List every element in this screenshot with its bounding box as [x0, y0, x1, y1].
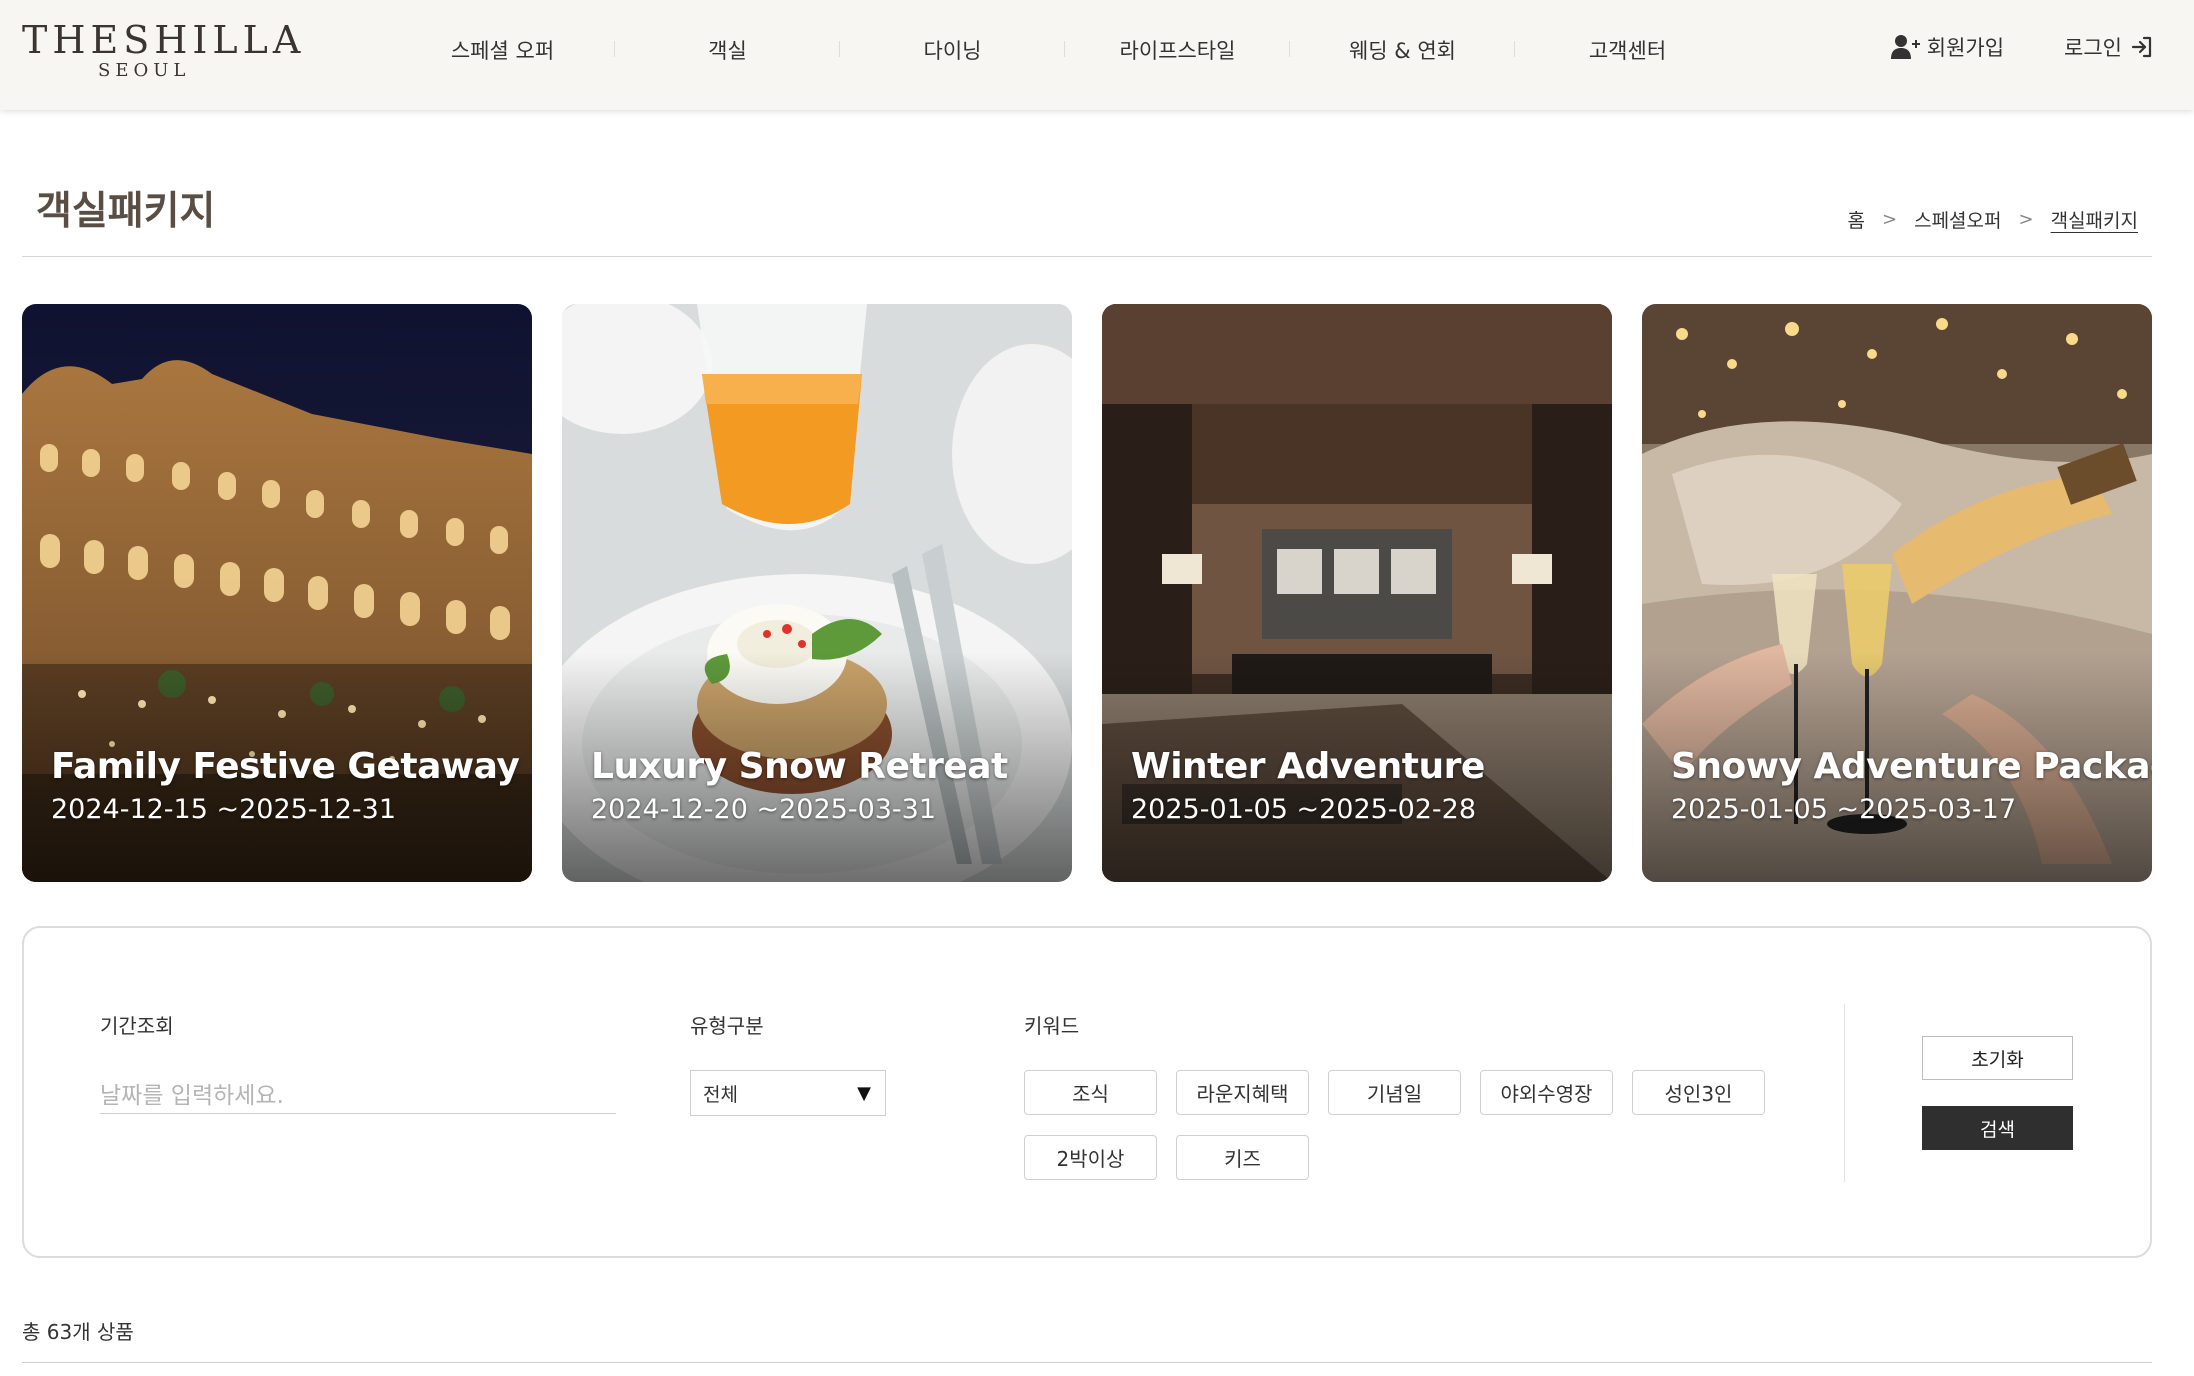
nav-item-lifestyle[interactable]: 라이프스타일 [1065, 0, 1290, 100]
login-label: 로그인 [2064, 36, 2122, 60]
signup-link[interactable]: 회원가입 [1890, 32, 2005, 62]
keyword-tag-two-nights[interactable]: 2박이상 [1024, 1135, 1157, 1180]
chevron-right-icon: > [1882, 209, 1898, 230]
breadcrumb-special-offer[interactable]: 스페셜오퍼 [1914, 206, 2001, 233]
signup-label: 회원가입 [1926, 36, 2005, 60]
keyword-tag-kids[interactable]: 키즈 [1176, 1135, 1309, 1180]
nav-item-dining[interactable]: 다이닝 [840, 0, 1065, 100]
card-date: 2024-12-15 ~2025-12-31 [51, 794, 397, 825]
breadcrumb: 홈 > 스페셜오퍼 > 객실패키지 [1848, 206, 2138, 233]
search-filter-panel: 기간조회 유형구분 전체 ▼ 키워드 조식 라운지혜택 기념일 야외수영장 성인… [22, 926, 2152, 1258]
login-link[interactable]: 로그인 [2064, 32, 2154, 62]
card-date: 2024-12-20 ~2025-03-31 [591, 794, 937, 825]
package-card[interactable]: Family Festive Getaway 2024-12-15 ~2025-… [22, 304, 532, 882]
logo-city: SEOUL [98, 60, 191, 81]
main-nav: 스페셜 오퍼 객실 다이닝 라이프스타일 웨딩 & 연회 고객센터 [390, 0, 1740, 100]
search-button[interactable]: 검색 [1922, 1106, 2073, 1150]
type-label: 유형구분 [690, 1014, 764, 1038]
nav-item-customer-center[interactable]: 고객센터 [1515, 0, 1740, 100]
date-input[interactable] [100, 1078, 616, 1114]
add-user-icon [1890, 34, 1921, 60]
keyword-tag-outdoor-pool[interactable]: 야외수영장 [1480, 1070, 1613, 1115]
package-card-list: Family Festive Getaway 2024-12-15 ~2025-… [22, 304, 2152, 882]
nav-item-special-offer[interactable]: 스페셜 오퍼 [390, 0, 615, 100]
period-label: 기간조회 [100, 1014, 174, 1038]
keyword-label: 키워드 [1024, 1014, 1080, 1038]
package-card[interactable]: Winter Adventure 2025-01-05 ~2025-02-28 [1102, 304, 1612, 882]
page-title: 객실패키지 [36, 189, 216, 234]
chevron-right-icon: > [2018, 209, 2034, 230]
card-title: Family Festive Getaway [51, 746, 520, 787]
card-title: Snowy Adventure Package [1671, 746, 2152, 787]
utility-menu: 회원가입 로그인 [1831, 32, 2154, 62]
result-count: 총 63개 상품 [22, 1320, 134, 1344]
logo[interactable]: THESHILLA SEOUL [22, 14, 300, 84]
package-card[interactable]: Snowy Adventure Package 2025-01-05 ~2025… [1642, 304, 2152, 882]
package-card[interactable]: Luxury Snow Retreat 2024-12-20 ~2025-03-… [562, 304, 1072, 882]
keyword-tag-three-adults[interactable]: 성인3인 [1632, 1070, 1765, 1115]
nav-item-rooms[interactable]: 객실 [615, 0, 840, 100]
nav-item-wedding[interactable]: 웨딩 & 연회 [1290, 0, 1515, 100]
keyword-tag-lounge[interactable]: 라운지혜택 [1176, 1070, 1309, 1115]
keyword-tag-breakfast[interactable]: 조식 [1024, 1070, 1157, 1115]
keyword-tag-anniversary[interactable]: 기념일 [1328, 1070, 1461, 1115]
breadcrumb-current[interactable]: 객실패키지 [2051, 206, 2138, 233]
title-divider [22, 256, 2152, 257]
filter-divider [1844, 1004, 1845, 1182]
type-select[interactable]: 전체 ▼ [690, 1070, 886, 1116]
logo-wordmark: THESHILLA [22, 18, 306, 62]
card-title: Luxury Snow Retreat [591, 746, 1008, 787]
card-date: 2025-01-05 ~2025-02-28 [1131, 794, 1477, 825]
login-icon [2130, 35, 2154, 59]
caret-down-icon: ▼ [857, 1083, 871, 1104]
breadcrumb-home[interactable]: 홈 [1848, 206, 1865, 233]
card-title: Winter Adventure [1131, 746, 1485, 787]
result-divider [22, 1362, 2152, 1363]
card-date: 2025-01-05 ~2025-03-17 [1671, 794, 2017, 825]
site-header: THESHILLA SEOUL 스페셜 오퍼 객실 다이닝 라이프스타일 웨딩 … [0, 0, 2194, 110]
reset-button[interactable]: 초기화 [1922, 1036, 2073, 1080]
type-select-value: 전체 [703, 1083, 738, 1106]
